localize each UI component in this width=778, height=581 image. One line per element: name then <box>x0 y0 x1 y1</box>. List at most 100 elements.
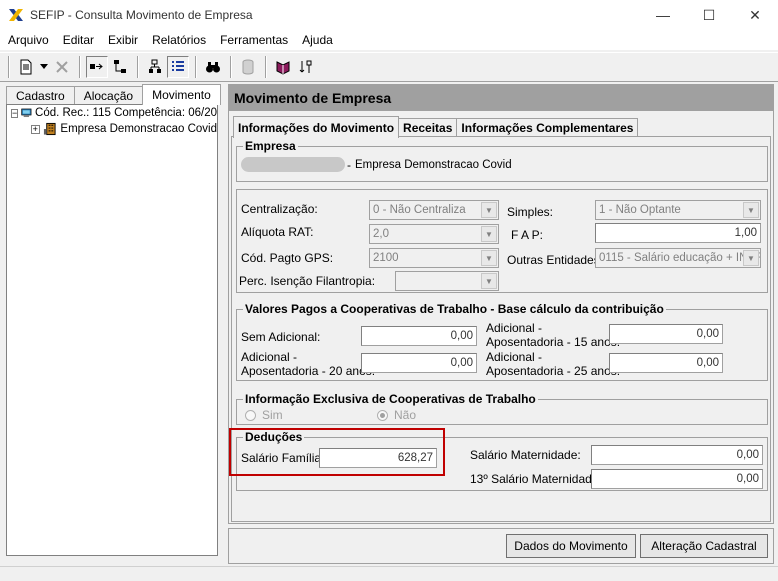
aliquota-rat-value: 2,0 <box>373 228 389 240</box>
tree-child-label: Empresa Demonstracao Covid <box>60 123 217 135</box>
outras-entidades-select[interactable]: 0115 - Salário educação + INCRA ▼ <box>595 248 761 268</box>
menu-editar[interactable]: Editar <box>59 33 98 47</box>
adicional-15-label-line2: Aposentadoria - 15 anos: <box>486 335 621 349</box>
adicional-15-label-line1: Adicional - <box>486 321 543 335</box>
salario-maternidade-label: Salário Maternidade: <box>470 448 581 462</box>
menu-relatorios[interactable]: Relatórios <box>148 33 210 47</box>
radio-sim[interactable]: Sim <box>245 408 283 422</box>
menu-ferramentas[interactable]: Ferramentas <box>216 33 292 47</box>
chevron-down-icon: ▼ <box>743 250 759 266</box>
adicional-20-label-line2: Aposentadoria - 20 anos: <box>241 364 376 378</box>
dropdown-arrow-icon <box>40 64 48 69</box>
book-button[interactable] <box>272 56 294 78</box>
simples-value: 1 - Não Optante <box>599 204 681 216</box>
list-button[interactable] <box>167 56 189 78</box>
pin-button[interactable] <box>295 56 317 78</box>
delete-x-icon <box>56 61 68 73</box>
perc-isencao-select[interactable]: ▼ <box>395 271 499 291</box>
info-exclusiva-group: Informação Exclusiva de Cooperativas de … <box>236 392 768 425</box>
tree-icon <box>149 59 161 73</box>
tree-root-label: Cód. Rec.: 115 Competência: 06/20 <box>35 107 217 119</box>
dados-movimento-button[interactable]: Dados do Movimento <box>506 534 636 558</box>
perc-isencao-label: Perc. Isenção Filantropia: <box>239 274 376 288</box>
tab-informacoes-movimento[interactable]: Informações do Movimento <box>233 116 400 138</box>
cooperativas-group: Valores Pagos a Cooperativas de Trabalho… <box>236 302 768 381</box>
database-button[interactable] <box>237 56 259 78</box>
maximize-button[interactable]: ☐ <box>686 0 732 30</box>
tab-cadastro[interactable]: Cadastro <box>6 86 75 104</box>
dados-movimento-label: Dados do Movimento <box>514 539 628 553</box>
info-exclusiva-legend: Informação Exclusiva de Cooperativas de … <box>243 392 538 406</box>
cooperativas-legend: Valores Pagos a Cooperativas de Trabalho… <box>243 302 666 316</box>
close-button[interactable]: ✕ <box>732 0 778 30</box>
radio-checked-icon <box>377 409 388 421</box>
centralizacao-select[interactable]: 0 - Não Centraliza ▼ <box>369 200 499 220</box>
left-panel: Cadastro Alocação Movimento − Cód. Rec.:… <box>0 84 222 556</box>
new-document-button[interactable] <box>15 56 37 78</box>
simples-label: Simples: <box>507 205 554 219</box>
menu-ajuda[interactable]: Ajuda <box>298 33 337 47</box>
outras-entidades-value: 0115 - Salário educação + INCRA <box>599 252 761 264</box>
menu-exibir[interactable]: Exibir <box>104 33 142 47</box>
title-bar: SEFIP - Consulta Movimento de Empresa — … <box>0 0 778 30</box>
tab-informacoes-complementares[interactable]: Informações Complementares <box>456 118 639 137</box>
pin-icon <box>299 60 312 73</box>
adicional-20-field[interactable]: 0,00 <box>361 353 477 373</box>
tree-root-item[interactable]: − Cód. Rec.: 115 Competência: 06/20 <box>7 105 217 121</box>
sefip-logo-icon <box>9 9 23 21</box>
binoculars-icon <box>206 62 220 73</box>
document-icon <box>20 59 32 75</box>
toolbar <box>0 52 778 82</box>
empresa-legend: Empresa <box>243 139 298 153</box>
cnpj-redacted <box>241 157 345 172</box>
view-mode-button[interactable] <box>86 56 108 78</box>
adicional-25-label-line2: Aposentadoria - 25 anos: <box>486 364 621 378</box>
sem-adicional-label: Sem Adicional: <box>241 330 321 344</box>
tab-movimento[interactable]: Movimento <box>142 84 221 105</box>
tree-child-item[interactable]: + Empresa Demonstracao Covid <box>7 121 217 137</box>
radio-sim-label: Sim <box>262 408 283 422</box>
cod-pagto-gps-label: Cód. Pagto GPS: <box>241 251 334 265</box>
radio-nao-label: Não <box>394 408 417 422</box>
empresa-name: Empresa Demonstracao Covid <box>355 159 512 171</box>
simples-select[interactable]: 1 - Não Optante ▼ <box>595 200 761 220</box>
menu-arquivo[interactable]: Arquivo <box>4 33 53 47</box>
building-icon <box>43 122 56 136</box>
cod-pagto-gps-value: 2100 <box>373 252 399 264</box>
aliquota-rat-select[interactable]: 2,0 ▼ <box>369 224 499 244</box>
search-button[interactable] <box>202 56 224 78</box>
alteracao-cadastral-button[interactable]: Alteração Cadastral <box>640 534 768 558</box>
radio-unchecked-icon <box>245 409 256 421</box>
list-icon <box>172 61 184 71</box>
adicional-25-field[interactable]: 0,00 <box>609 353 723 373</box>
empresa-group: Empresa - Empresa Demonstracao Covid <box>236 139 768 182</box>
book-icon <box>276 61 290 75</box>
sem-adicional-field[interactable]: 0,00 <box>361 326 477 346</box>
section-title: Movimento de Empresa <box>229 85 773 111</box>
chevron-down-icon: ▼ <box>481 202 497 218</box>
decimo-terceiro-maternidade-label: 13º Salário Maternidade: <box>470 472 602 486</box>
radio-nao[interactable]: Não <box>377 408 416 422</box>
aliquota-rat-label: Alíquota RAT: <box>241 225 314 239</box>
salario-maternidade-field[interactable]: 0,00 <box>591 445 763 465</box>
status-bar <box>0 566 778 581</box>
tree-button[interactable] <box>144 56 166 78</box>
cod-pagto-gps-select[interactable]: 2100 ▼ <box>369 248 499 268</box>
new-dropdown-button[interactable] <box>38 56 50 78</box>
empresa-separator: - <box>347 158 351 172</box>
minimize-button[interactable]: — <box>640 0 686 30</box>
adicional-15-field[interactable]: 0,00 <box>609 324 723 344</box>
collapse-icon[interactable]: − <box>11 108 19 118</box>
window-title: SEFIP - Consulta Movimento de Empresa <box>30 8 253 22</box>
chevron-down-icon: ▼ <box>743 202 759 218</box>
expand-icon[interactable]: + <box>31 124 40 134</box>
fap-field[interactable]: 1,00 <box>595 223 761 243</box>
centralizacao-label: Centralização: <box>241 202 318 216</box>
tab-receitas[interactable]: Receitas <box>398 118 458 137</box>
decimo-terceiro-maternidade-field[interactable]: 0,00 <box>591 469 763 489</box>
delete-button[interactable] <box>51 56 73 78</box>
hierarchy-button[interactable] <box>109 56 131 78</box>
tab-alocacao[interactable]: Alocação <box>73 86 144 104</box>
chevron-down-icon: ▼ <box>481 273 497 289</box>
bottom-bar: Dados do Movimento Alteração Cadastral <box>228 528 774 564</box>
